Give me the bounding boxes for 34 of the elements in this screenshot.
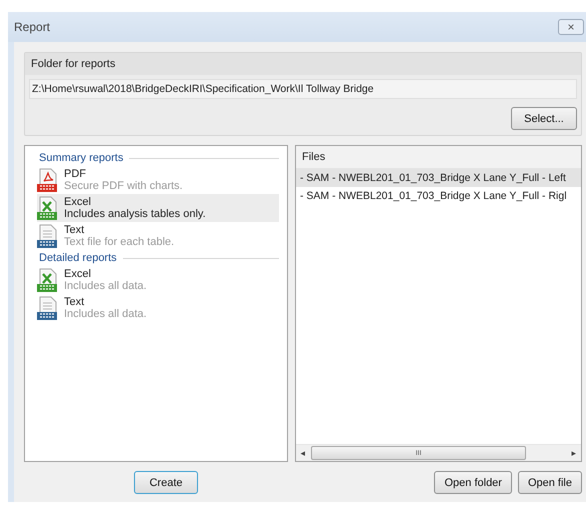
- select-button[interactable]: Select...: [511, 107, 577, 130]
- create-button[interactable]: Create: [134, 471, 198, 494]
- report-option[interactable]: PDF Secure PDF with charts.: [37, 166, 279, 194]
- file-row[interactable]: - SAM - NWEBL201_01_703_Bridge X Lane Y_Full - Left: [296, 169, 581, 187]
- option-name: Excel: [64, 196, 92, 208]
- scroll-left-button[interactable]: ◂: [298, 448, 308, 458]
- txt-file-icon: [37, 296, 59, 320]
- pdf-file-icon: [37, 168, 59, 192]
- open-folder-button[interactable]: Open folder: [434, 471, 512, 494]
- option-name: Text: [64, 224, 86, 236]
- group-header: Folder for reports: [25, 53, 581, 75]
- section-title: Detailed reports: [39, 252, 117, 264]
- option-description: Secure PDF with charts.: [64, 180, 183, 192]
- txt-file-icon: [37, 224, 59, 248]
- section-title: Summary reports: [39, 152, 124, 164]
- scroll-right-button[interactable]: ▸: [569, 448, 579, 458]
- option-description: Includes all data.: [64, 308, 147, 320]
- option-description: Includes analysis tables only.: [64, 208, 206, 220]
- report-option[interactable]: Excel Includes analysis tables only.: [37, 194, 279, 222]
- folder-path-field[interactable]: Z:\Home\rsuwal\2018\BridgeDeckIRI\Specification_Work\Il Tollway Bridge: [29, 79, 577, 99]
- report-option[interactable]: Excel Includes all data.: [37, 266, 279, 294]
- column-header: Files: [296, 146, 581, 169]
- window-title: Report: [14, 20, 50, 34]
- close-button[interactable]: ×: [558, 19, 584, 35]
- open-file-button[interactable]: Open file: [518, 471, 582, 494]
- xls-file-icon: [37, 268, 59, 292]
- option-name: Text: [64, 296, 86, 308]
- option-description: Text file for each table.: [64, 236, 174, 248]
- option-name: Excel: [64, 268, 92, 280]
- report-option[interactable]: Text Includes all data.: [37, 294, 279, 322]
- option-description: Includes all data.: [64, 280, 147, 292]
- xls-file-icon: [37, 196, 59, 220]
- option-name: PDF: [64, 168, 87, 180]
- report-option[interactable]: Text Text file for each table.: [37, 222, 279, 250]
